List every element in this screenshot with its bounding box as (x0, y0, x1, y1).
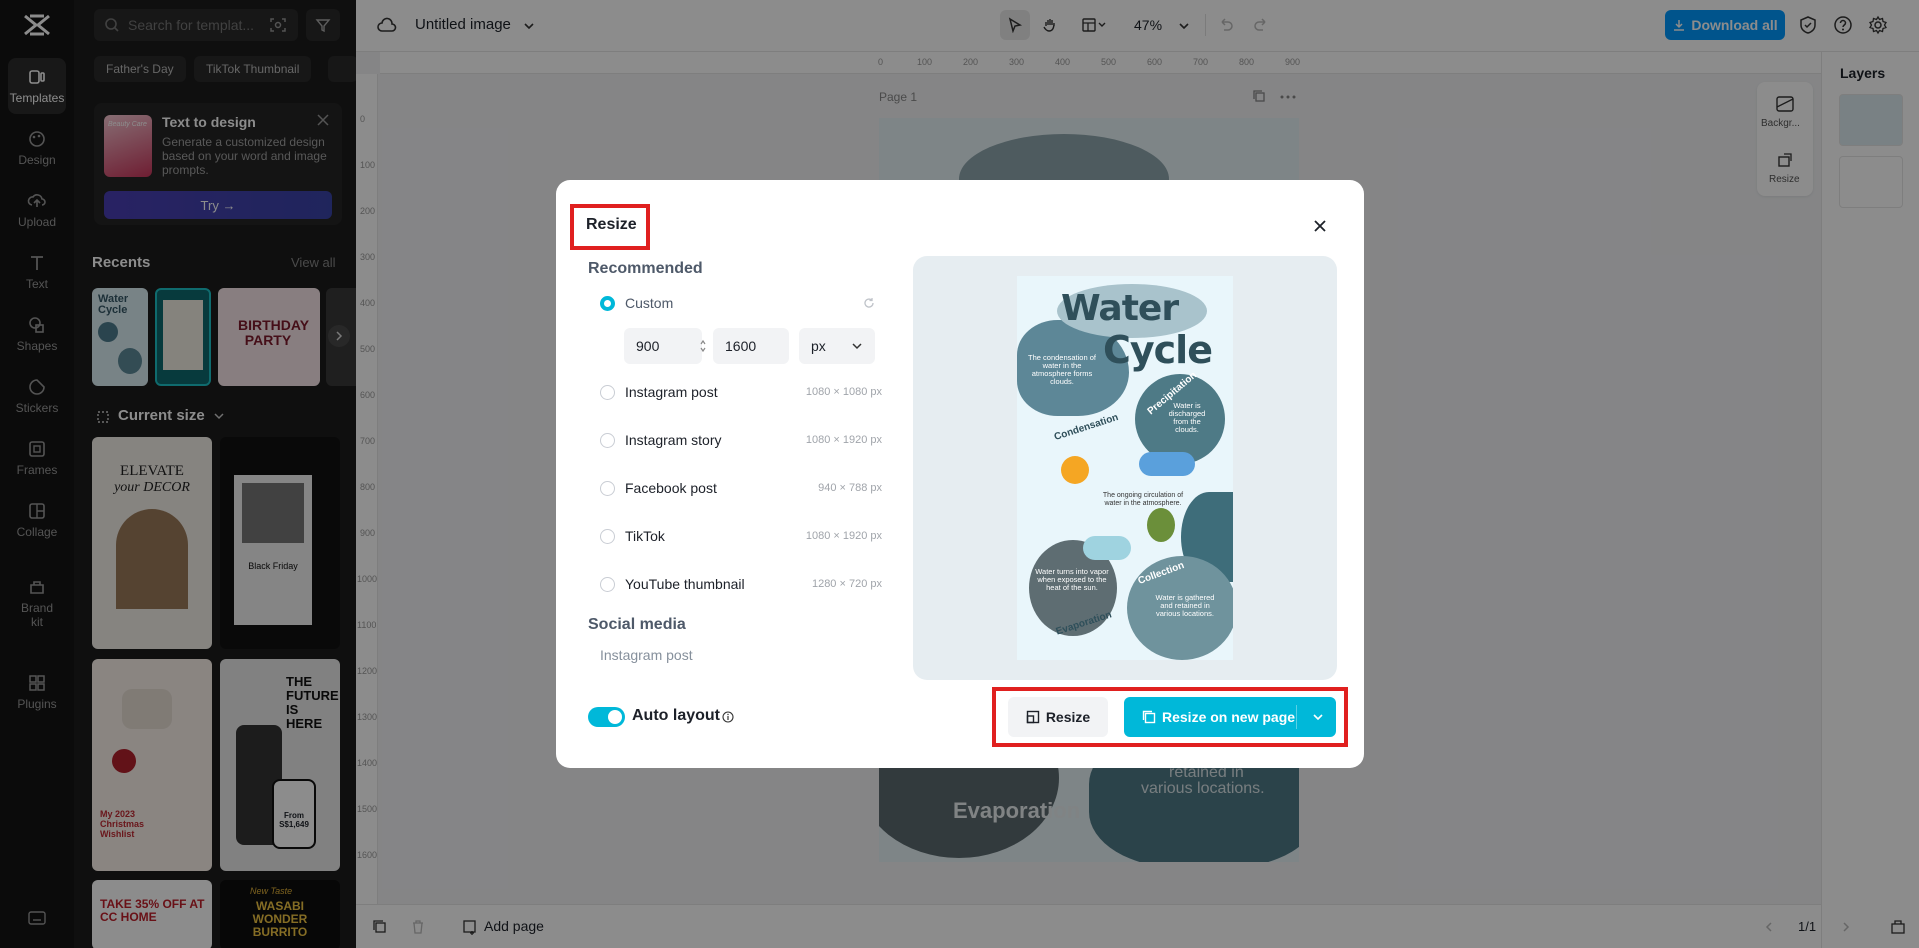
option-youtube-thumbnail[interactable]: YouTube thumbnail 1280 × 720 px (600, 574, 882, 594)
highlight-box-buttons (992, 687, 1348, 747)
option-instagram-post[interactable]: Instagram post 1080 × 1080 px (600, 382, 882, 402)
option-label: Facebook post (625, 480, 717, 496)
social-media-heading: Social media (588, 616, 686, 633)
preview-title-2: Cycle (1103, 328, 1213, 372)
option-label: Instagram post (625, 384, 718, 400)
unit-select[interactable]: px (799, 328, 875, 364)
info-icon[interactable] (722, 711, 734, 723)
option-facebook-post[interactable]: Facebook post 940 × 788 px (600, 478, 882, 498)
radio[interactable] (600, 384, 615, 400)
auto-layout-toggle[interactable] (588, 707, 625, 727)
highlight-box-title (570, 204, 650, 250)
preview-text: The condensation of water in the atmosph… (1028, 353, 1096, 386)
option-size: 1080 × 1080 px (805, 386, 882, 398)
radio[interactable] (600, 432, 615, 448)
preview-image: Water Cycle The condensation of water in… (1017, 276, 1233, 660)
reset-icon[interactable] (862, 296, 876, 310)
radio[interactable] (600, 480, 615, 496)
radio-custom[interactable] (600, 295, 615, 311)
recommended-heading: Recommended (588, 260, 703, 277)
preview-text: The ongoing circulation of water in the … (1102, 492, 1184, 507)
width-input[interactable]: 900 (624, 328, 702, 364)
radio[interactable] (600, 576, 615, 592)
option-size: 1080 × 1920 px (805, 434, 882, 446)
width-value: 900 (636, 338, 660, 354)
resize-preview: Water Cycle The condensation of water in… (913, 256, 1337, 680)
option-instagram-story[interactable]: Instagram story 1080 × 1920 px (600, 430, 882, 450)
option-tiktok[interactable]: TikTok 1080 × 1920 px (600, 526, 882, 546)
option-label: Custom (625, 295, 674, 311)
auto-layout-label: Auto layout (632, 707, 720, 724)
preview-text: Water turns into vapor when exposed to t… (1035, 567, 1109, 592)
preview-text: Water is discharged from the clouds. (1168, 401, 1206, 434)
option-size: 1280 × 720 px (811, 578, 882, 590)
unit-value: px (811, 338, 826, 354)
height-value: 1600 (725, 338, 757, 354)
option-size: 1080 × 1920 px (805, 530, 882, 542)
social-media-option[interactable]: Instagram post (600, 647, 693, 663)
preview-text: Water is gathered and retained in variou… (1155, 593, 1215, 618)
height-input[interactable]: 1600 (713, 328, 789, 364)
preview-label: Condensation (1052, 411, 1120, 444)
resize-dialog: Resize Recommended Custom 900 1600 px In… (556, 180, 1364, 768)
option-label: YouTube thumbnail (625, 576, 745, 592)
chevron-down-icon (852, 343, 862, 350)
link-ratio-icon[interactable] (699, 339, 707, 353)
radio[interactable] (600, 528, 615, 544)
preview-title-1: Water (1061, 288, 1179, 329)
close-icon (1314, 220, 1326, 232)
option-label: TikTok (625, 528, 665, 544)
close-button[interactable] (1308, 214, 1332, 238)
option-custom[interactable]: Custom (600, 293, 882, 313)
option-label: Instagram story (625, 432, 722, 448)
option-size: 940 × 788 px (818, 482, 882, 494)
